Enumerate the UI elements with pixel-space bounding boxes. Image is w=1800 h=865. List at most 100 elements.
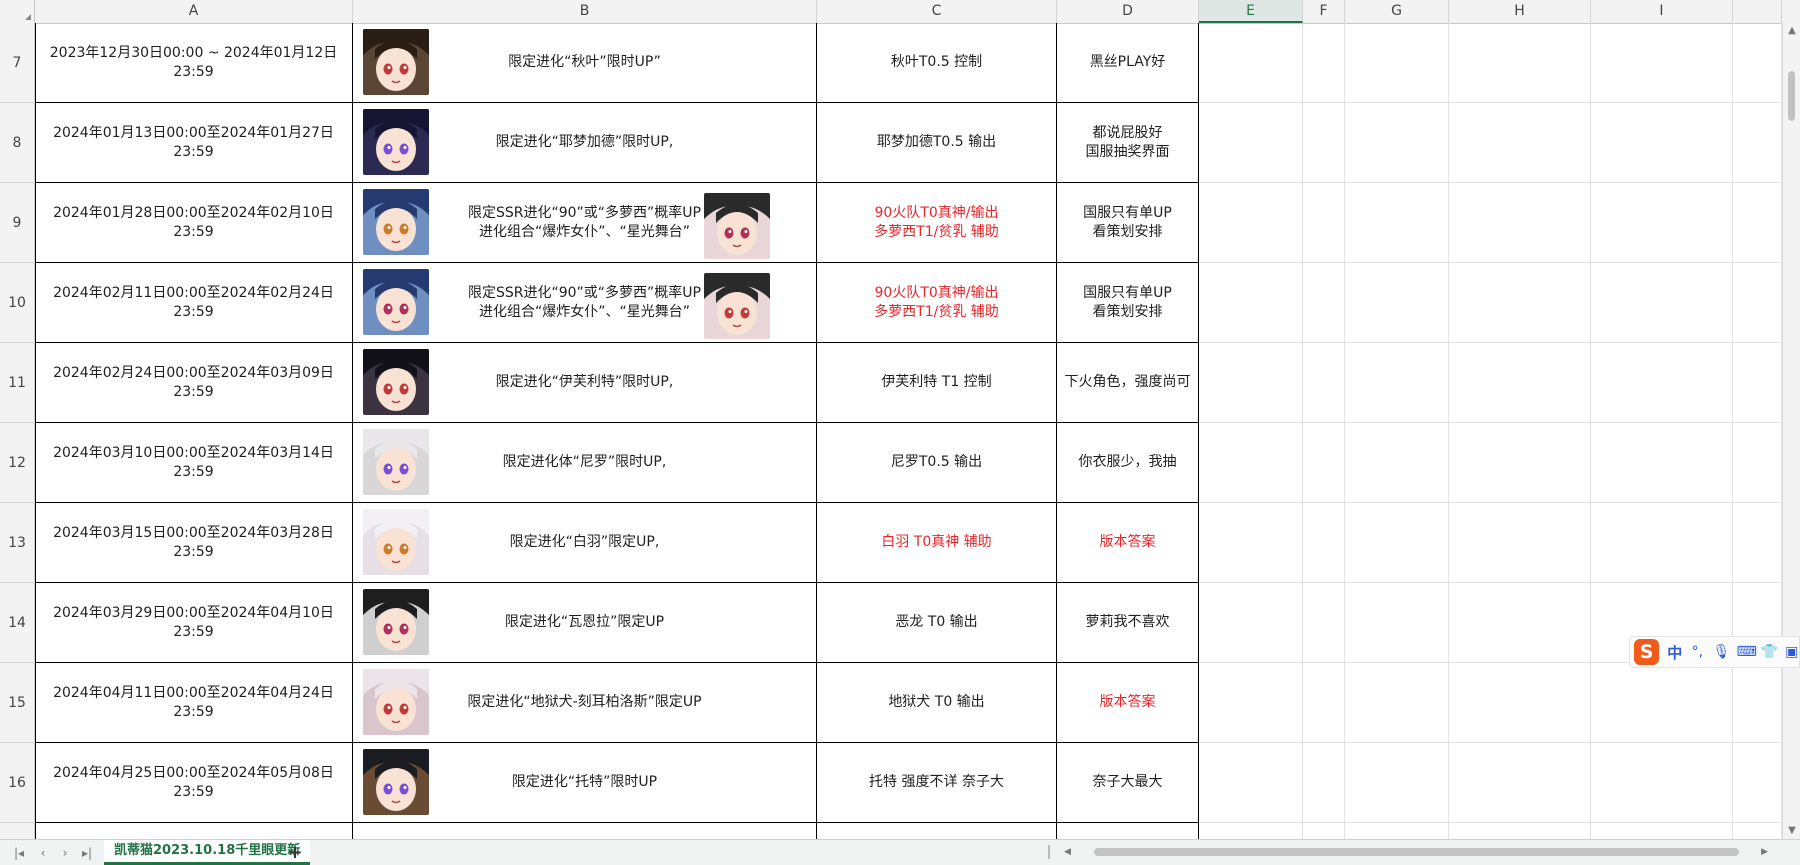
empty-cell[interactable] — [1199, 663, 1303, 743]
horizontal-scrollbar[interactable]: ◀ ▶ — [1064, 845, 1768, 859]
cell-date[interactable]: 2024年02月24日00:00至2024年03月09日23:59 — [35, 343, 353, 423]
character-portrait-image[interactable] — [363, 189, 429, 255]
cell-note[interactable]: 你衣服少，我抽 — [1057, 423, 1199, 503]
empty-cell[interactable] — [1303, 423, 1345, 503]
cell-tier[interactable]: 耶梦加德T0.5 输出 — [817, 103, 1057, 183]
empty-cell[interactable] — [1449, 583, 1591, 663]
empty-cell[interactable] — [1303, 263, 1345, 343]
empty-cell[interactable] — [1591, 103, 1733, 183]
empty-cell[interactable] — [1591, 263, 1733, 343]
empty-cell[interactable] — [1449, 183, 1591, 263]
cell-event[interactable]: 限定进化“秋叶”限时UP” — [353, 23, 817, 103]
row-header[interactable]: 12 — [0, 423, 35, 503]
empty-cell[interactable] — [1449, 743, 1591, 823]
empty-cell[interactable] — [1345, 183, 1449, 263]
empty-cell[interactable] — [1733, 103, 1782, 183]
select-all-corner[interactable] — [0, 0, 35, 23]
empty-cell[interactable] — [1591, 343, 1733, 423]
cell-tier[interactable]: 90火队T0真神/输出 多萝西T1/贫乳 辅助 — [817, 263, 1057, 343]
sogou-ime-logo-icon[interactable]: S — [1634, 639, 1660, 665]
empty-cell[interactable] — [1345, 423, 1449, 503]
empty-cell[interactable] — [353, 823, 817, 839]
cell-tier[interactable]: 90火队T0真神/输出 多萝西T1/贫乳 辅助 — [817, 183, 1057, 263]
empty-cell[interactable] — [1199, 823, 1303, 839]
ime-mode-label[interactable]: 中 — [1667, 642, 1682, 663]
column-header-h[interactable]: H — [1449, 0, 1591, 23]
character-portrait-image[interactable] — [363, 109, 429, 175]
empty-cell[interactable] — [1345, 263, 1449, 343]
empty-cell[interactable] — [35, 823, 353, 839]
empty-cell[interactable] — [1199, 503, 1303, 583]
empty-cell[interactable] — [1345, 343, 1449, 423]
row-header[interactable]: 9 — [0, 183, 35, 263]
character-portrait-image[interactable] — [363, 509, 429, 575]
empty-cell[interactable] — [1591, 423, 1733, 503]
row-header[interactable]: 7 — [0, 23, 35, 103]
tab-split-handle[interactable] — [1048, 845, 1050, 859]
column-header-a[interactable]: A — [35, 0, 353, 23]
next-sheet-icon[interactable]: › — [56, 844, 74, 862]
empty-cell[interactable] — [1345, 503, 1449, 583]
empty-cell[interactable] — [1733, 263, 1782, 343]
empty-cell[interactable] — [1733, 423, 1782, 503]
cell-date[interactable]: 2023年12月30日00:00 ~ 2024年01月12日23:59 — [35, 23, 353, 103]
empty-cell[interactable] — [1303, 23, 1345, 103]
cell-note[interactable]: 版本答案 — [1057, 503, 1199, 583]
empty-cell[interactable] — [1199, 743, 1303, 823]
vertical-scrollbar[interactable]: ▲ ▼ — [1782, 23, 1800, 839]
column-header-g[interactable]: G — [1345, 0, 1449, 23]
empty-cell[interactable] — [1449, 23, 1591, 103]
empty-cell[interactable] — [1303, 183, 1345, 263]
row-header[interactable]: 10 — [0, 263, 35, 343]
empty-cell[interactable] — [1733, 503, 1782, 583]
cell-tier[interactable]: 托特 强度不详 奈子大 — [817, 743, 1057, 823]
cell-tier[interactable]: 恶龙 T0 输出 — [817, 583, 1057, 663]
cell-note[interactable]: 版本答案 — [1057, 663, 1199, 743]
cell-date[interactable]: 2024年04月25日00:00至2024年05月08日23:59 — [35, 743, 353, 823]
empty-cell[interactable] — [1733, 743, 1782, 823]
scroll-down-arrow-icon[interactable]: ▼ — [1783, 823, 1800, 839]
row-header[interactable]: 16 — [0, 743, 35, 823]
cell-event[interactable]: 限定进化“地狱犬-刻耳柏洛斯”限定UP — [353, 663, 817, 743]
empty-cell[interactable] — [1303, 823, 1345, 839]
empty-cell[interactable] — [1449, 263, 1591, 343]
cell-note[interactable]: 国服只有单UP 看策划安排 — [1057, 183, 1199, 263]
microphone-icon[interactable]: 🎙 — [1713, 644, 1731, 660]
cell-note[interactable]: 下火角色，强度尚可 — [1057, 343, 1199, 423]
empty-cell[interactable] — [1591, 743, 1733, 823]
empty-cell[interactable] — [1591, 23, 1733, 103]
ime-toolbar[interactable]: S 中 °, 🎙 ⌨ 👕 ▣ — [1629, 636, 1800, 668]
cell-note[interactable]: 黑丝PLAY好 — [1057, 23, 1199, 103]
empty-cell[interactable] — [1303, 583, 1345, 663]
empty-cell[interactable] — [1591, 183, 1733, 263]
cell-event[interactable]: 限定进化“白羽”限定UP, — [353, 503, 817, 583]
cell-note[interactable]: 都说屁股好 国服抽奖界面 — [1057, 103, 1199, 183]
cell-event[interactable]: 限定进化“耶梦加德”限时UP, — [353, 103, 817, 183]
column-header-b[interactable]: B — [353, 0, 817, 23]
empty-cell[interactable] — [1199, 263, 1303, 343]
cell-date[interactable]: 2024年01月28日00:00至2024年02月10日23:59 — [35, 183, 353, 263]
scroll-right-arrow-icon[interactable]: ▶ — [1761, 845, 1768, 859]
empty-cell[interactable] — [1591, 503, 1733, 583]
punctuation-icon[interactable]: °, — [1690, 644, 1704, 660]
sheet-tab-active[interactable]: 凯蒂猫2023.10.18千里眼更新 — [104, 840, 311, 865]
row-header[interactable]: 14 — [0, 583, 35, 663]
column-header-f[interactable]: F — [1303, 0, 1345, 23]
cell-event[interactable]: 限定进化“托特”限时UP — [353, 743, 817, 823]
prev-sheet-icon[interactable]: ‹ — [34, 844, 52, 862]
character-portrait-image[interactable] — [704, 273, 770, 339]
row-header[interactable] — [0, 823, 35, 839]
character-portrait-image[interactable] — [363, 269, 429, 335]
keyboard-icon[interactable]: ⌨ — [1737, 644, 1757, 660]
empty-cell[interactable] — [1057, 823, 1199, 839]
empty-cell[interactable] — [1345, 23, 1449, 103]
empty-cell[interactable] — [1303, 343, 1345, 423]
row-header[interactable]: 13 — [0, 503, 35, 583]
empty-cell[interactable] — [1733, 343, 1782, 423]
cell-event[interactable]: 限定进化体“尼罗”限时UP, — [353, 423, 817, 503]
cell-event[interactable]: 限定SSR进化“90”或“多萝西”概率UP 进化组合“爆炸女仆”、“星光舞台” — [353, 183, 817, 263]
empty-cell[interactable] — [1199, 23, 1303, 103]
cell-tier[interactable]: 伊芙利特 T1 控制 — [817, 343, 1057, 423]
cell-event[interactable]: 限定进化“伊芙利特”限时UP, — [353, 343, 817, 423]
last-sheet-icon[interactable]: ▸| — [78, 844, 96, 862]
